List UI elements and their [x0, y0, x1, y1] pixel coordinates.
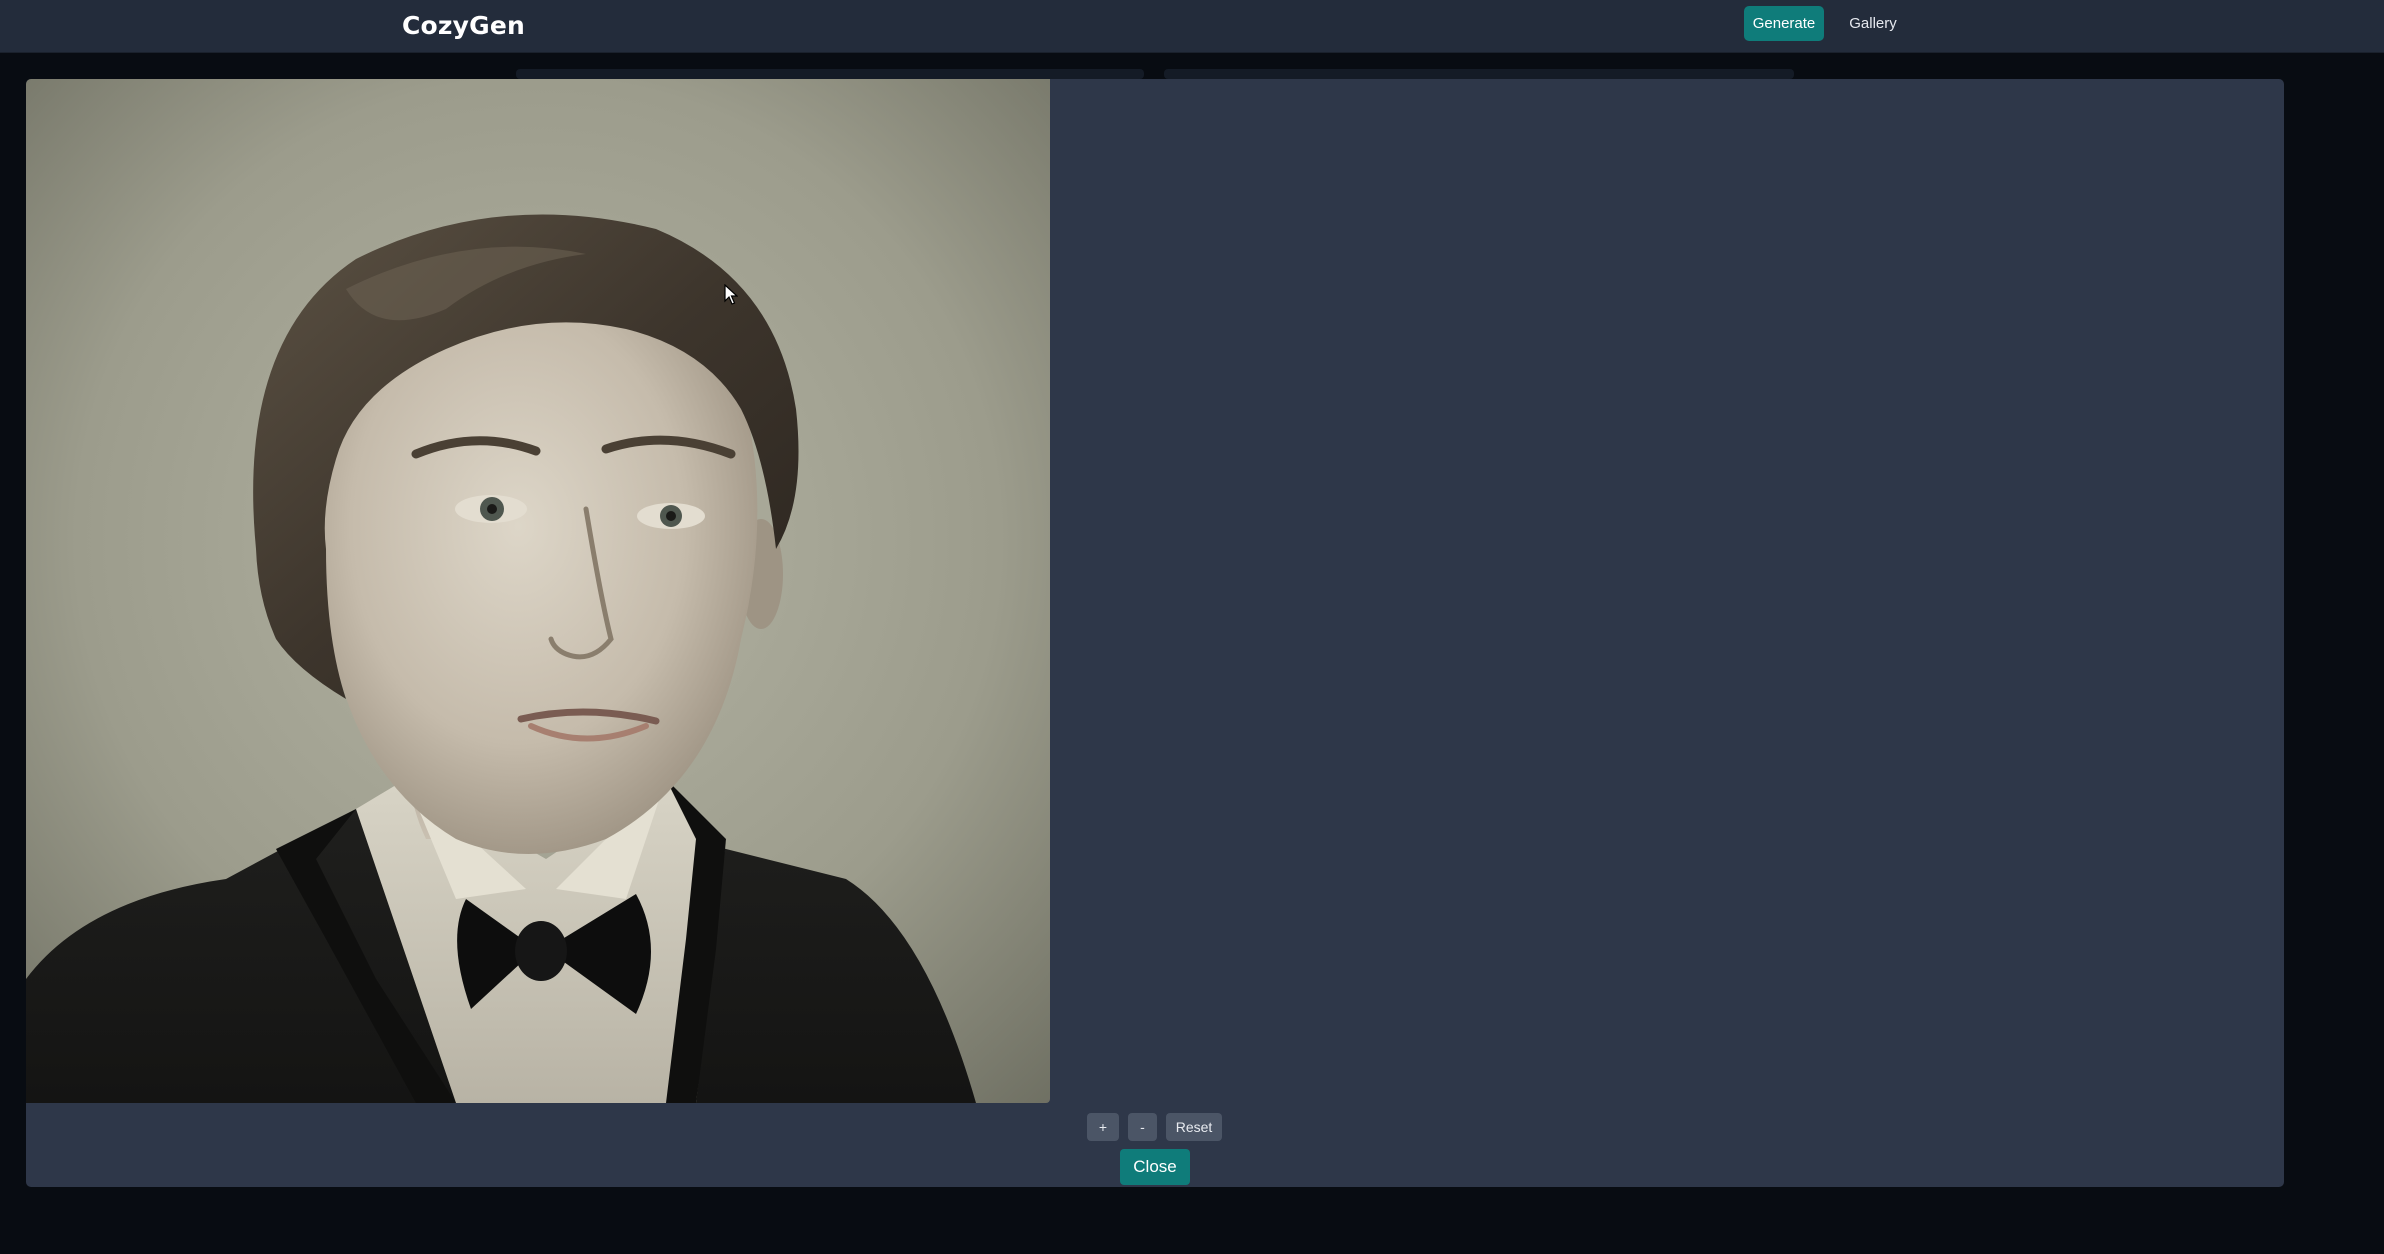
- close-button[interactable]: Close: [1120, 1149, 1190, 1185]
- nav-gallery-link[interactable]: Gallery: [1838, 6, 1908, 41]
- zoom-reset-button[interactable]: Reset: [1166, 1113, 1222, 1141]
- mouse-pointer-icon: [724, 283, 739, 311]
- background-panel: [1164, 69, 1794, 79]
- background-panel: [516, 69, 1144, 79]
- top-navbar: CozyGen Generate Gallery: [0, 0, 2384, 53]
- generated-image[interactable]: [26, 79, 1050, 1103]
- nav-generate-button[interactable]: Generate: [1744, 6, 1824, 41]
- app-brand[interactable]: CozyGen: [402, 11, 525, 40]
- zoom-in-button[interactable]: +: [1087, 1113, 1119, 1141]
- zoom-out-button[interactable]: -: [1128, 1113, 1157, 1141]
- image-viewer-modal: + - Reset Close: [26, 79, 2284, 1187]
